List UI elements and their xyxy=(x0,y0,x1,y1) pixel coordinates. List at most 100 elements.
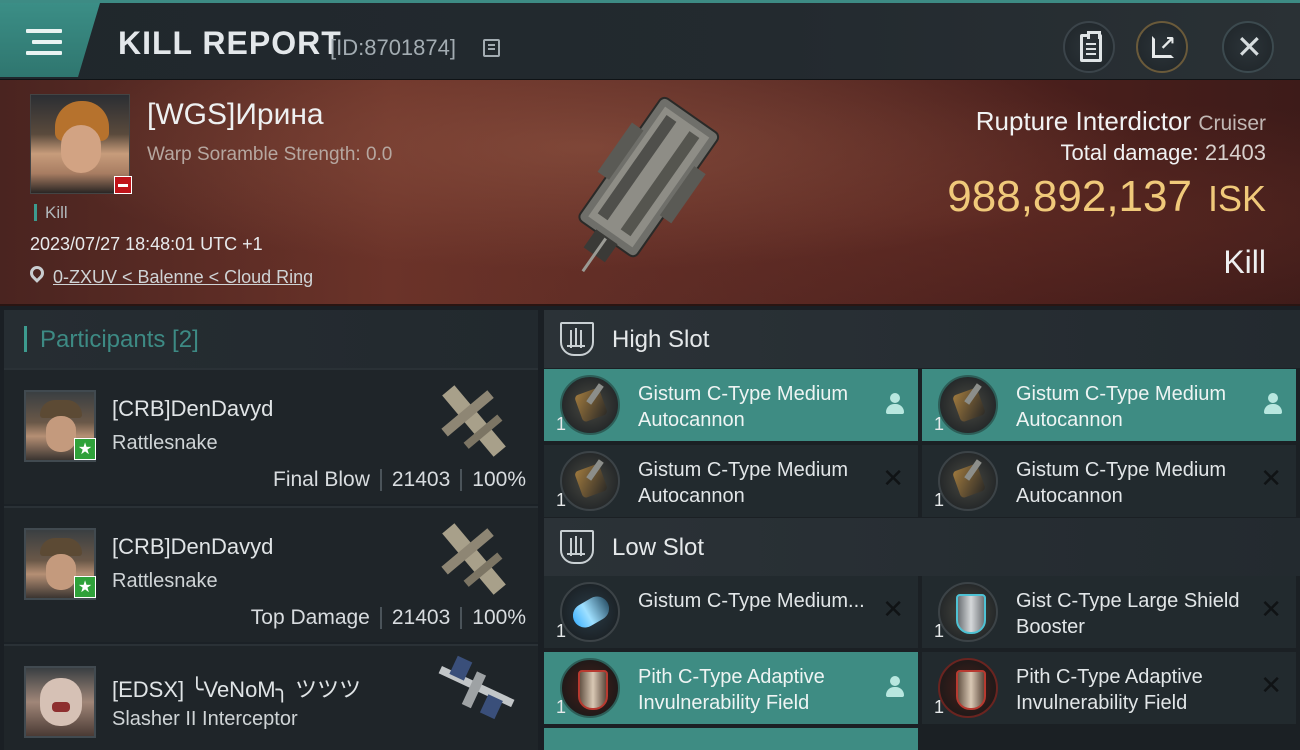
total-damage: Total damage: 21403 xyxy=(1060,140,1266,166)
participant-name: [CRB]DenDavyd xyxy=(112,396,274,421)
invulnerability-field-icon xyxy=(938,658,998,718)
result-label: Kill xyxy=(1223,244,1266,280)
location-link[interactable]: 0-ZXUV < Balenne < Cloud Ring xyxy=(53,267,313,288)
participant-avatar[interactable] xyxy=(24,666,96,738)
module-qty: 1 xyxy=(934,414,945,434)
low-slot-icon xyxy=(560,530,594,564)
low-slot-title: Low Slot xyxy=(612,534,705,561)
share-button[interactable] xyxy=(1136,21,1188,73)
module-item[interactable]: 1 Gistum C-Type Medium Autocannon ✕ xyxy=(544,445,918,517)
module-name: Gistum C-Type Medium Autocannon xyxy=(638,383,849,431)
timestamp: 2023/07/27 18:48:01 UTC +1 xyxy=(30,234,263,254)
share-icon xyxy=(1152,31,1176,58)
destroyed-x-icon: ✕ xyxy=(882,463,904,493)
destroyed-x-icon: ✕ xyxy=(1260,463,1282,493)
module-qty: 1 xyxy=(934,697,945,717)
destroyed-x-icon: ✕ xyxy=(882,594,904,624)
participants-header: Participants [2] xyxy=(4,310,538,368)
module-name: Gistum C-Type Medium... xyxy=(638,590,865,612)
autocannon-icon xyxy=(938,375,998,435)
module-qty: 1 xyxy=(556,414,567,434)
scramble-strength: Warp Soramble Strength: 0.0 xyxy=(147,144,393,165)
star-icon: ★ xyxy=(74,576,96,598)
victim-banner: [WGS]Ирина Warp Soramble Strength: 0.0 K… xyxy=(0,80,1300,306)
divider xyxy=(460,607,463,630)
corp-badge-icon xyxy=(114,176,132,194)
destroyed-x-icon: ✕ xyxy=(1260,670,1282,700)
module-item[interactable]: 1 Pith C-Type Adaptive Invulnerability F… xyxy=(544,652,918,724)
ship-type: Rupture Interdictor xyxy=(975,106,1192,136)
clipboard-button[interactable] xyxy=(1063,21,1115,73)
victim-ship-image[interactable] xyxy=(540,84,760,284)
module-item[interactable]: 1 Gistum C-Type Medium Autocannon xyxy=(922,369,1296,441)
booster-icon xyxy=(560,582,620,642)
module-qty: 1 xyxy=(556,697,567,717)
participants-panel: Participants [2] ★ [CRB]DenDavyd Rattles… xyxy=(4,310,538,750)
autocannon-icon xyxy=(938,451,998,511)
total-damage-value: 21403 xyxy=(1204,140,1266,165)
dropped-person-icon xyxy=(1264,393,1282,415)
victim-name[interactable]: [WGS]Ирина xyxy=(147,98,324,132)
copy-icon[interactable] xyxy=(483,39,500,57)
module-item[interactable]: 1 Gistum C-Type Medium Autocannon xyxy=(544,369,918,441)
module-name: Pith C-Type Adaptive Invulnerability Fie… xyxy=(1016,666,1203,714)
participant-row[interactable]: [EDSX] ╰VeNoM╮ ツツツ Slasher II Intercepto… xyxy=(4,644,538,750)
module-item[interactable]: 1 Gist C-Type Large Shield Booster ✕ xyxy=(922,576,1296,648)
participant-row[interactable]: ★ [CRB]DenDavyd Rattlesnake Final Blow 21… xyxy=(4,368,538,504)
report-id: [ID:8701874] xyxy=(330,35,456,60)
close-icon: ✕ xyxy=(1236,29,1263,65)
dropped-person-icon xyxy=(886,393,904,415)
high-slot-header: High Slot xyxy=(544,310,1300,368)
participants-title: Participants [2] xyxy=(40,326,199,353)
header-accent xyxy=(24,326,27,352)
participant-ship: Rattlesnake xyxy=(112,432,218,454)
kill-tag: Kill xyxy=(34,204,68,221)
isk-value: 988,892,137 ISK xyxy=(947,172,1266,222)
dropped-person-icon xyxy=(886,676,904,698)
star-icon: ★ xyxy=(74,438,96,460)
location-pin-icon xyxy=(27,263,47,283)
ship-class: Cruiser xyxy=(1198,112,1266,135)
module-name: Gistum C-Type Medium Autocannon xyxy=(638,459,849,507)
isk-unit: ISK xyxy=(1207,178,1266,219)
module-qty: 1 xyxy=(934,621,945,641)
menu-button[interactable] xyxy=(0,3,100,77)
participant-damage: 21403 xyxy=(391,606,451,629)
clipboard-icon xyxy=(1080,31,1102,62)
module-qty: 1 xyxy=(556,621,567,641)
shield-booster-icon xyxy=(938,582,998,642)
participant-ship-image xyxy=(438,655,515,720)
fitting-panel: High Slot 1 Gistum C-Type Medium Autocan… xyxy=(544,310,1300,750)
participant-name: [CRB]DenDavyd xyxy=(112,534,274,559)
module-item[interactable]: 1 Gistum C-Type Medium... ✕ xyxy=(544,576,918,648)
participant-role: Top Damage xyxy=(250,606,370,629)
module-item[interactable]: 1 Gistum C-Type Medium Autocannon ✕ xyxy=(922,445,1296,517)
autocannon-icon xyxy=(560,375,620,435)
module-name: Gist C-Type Large Shield Booster xyxy=(1016,590,1240,638)
module-name: Gistum C-Type Medium Autocannon xyxy=(1016,383,1227,431)
participant-percent: 100% xyxy=(472,468,526,491)
participant-ship-image xyxy=(441,385,506,457)
module-item[interactable]: 1 Pith C-Type Adaptive Invulnerability F… xyxy=(922,652,1296,724)
participant-damage: 21403 xyxy=(391,468,451,491)
menu-icon xyxy=(26,29,62,55)
victim-ship-name[interactable]: Rupture Interdictor Cruiser xyxy=(976,106,1266,137)
total-damage-label: Total damage: xyxy=(1060,140,1199,165)
autocannon-icon xyxy=(560,451,620,511)
divider xyxy=(460,469,463,492)
participant-row[interactable]: ★ [CRB]DenDavyd Rattlesnake Top Damage 21… xyxy=(4,506,538,642)
participant-ship-image xyxy=(441,523,506,595)
module-name: Gistum C-Type Medium Autocannon xyxy=(1016,459,1227,507)
close-button[interactable]: ✕ xyxy=(1222,21,1274,73)
high-slot-title: High Slot xyxy=(612,326,710,353)
divider xyxy=(379,607,382,630)
low-slot-header: Low Slot xyxy=(544,518,1300,576)
page-title: KILL REPORT xyxy=(118,25,342,61)
divider xyxy=(379,469,382,492)
participant-name: [EDSX] ╰VeNoM╮ ツツツ xyxy=(112,677,361,702)
participant-ship: Slasher II Interceptor xyxy=(112,708,298,730)
isk-amount: 988,892,137 xyxy=(947,172,1192,221)
module-name: Pith C-Type Adaptive Invulnerability Fie… xyxy=(638,666,825,714)
module-item-partial[interactable] xyxy=(544,728,918,750)
participant-role: Final Blow xyxy=(273,468,370,491)
